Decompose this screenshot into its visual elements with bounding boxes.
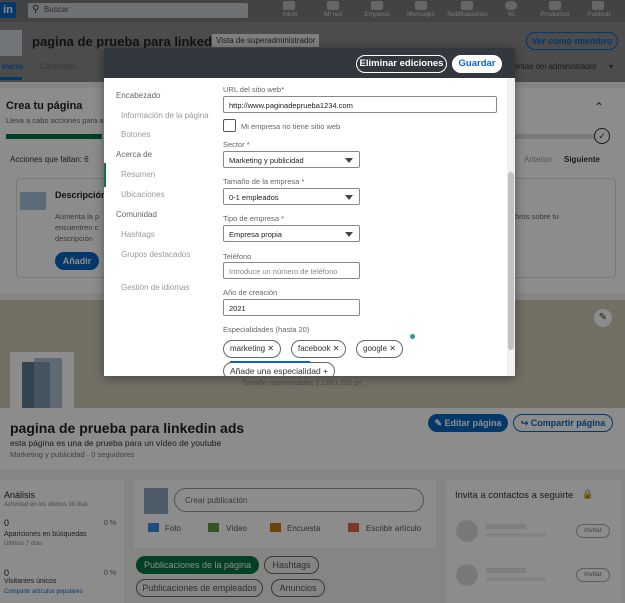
founded-year-label: Año de creación bbox=[223, 288, 278, 297]
close-icon[interactable]: ✕ bbox=[267, 344, 274, 353]
phone-label: Teléfono bbox=[223, 252, 252, 261]
company-type-select[interactable]: Empresa propia bbox=[223, 225, 360, 242]
company-type-value: Empresa propia bbox=[229, 230, 282, 239]
specialty-chip-marketing[interactable]: marketing ✕ bbox=[223, 340, 282, 358]
no-website-label[interactable]: Mi empresa no tiene sitio web bbox=[241, 122, 340, 131]
add-specialty-focus-bar bbox=[230, 361, 310, 363]
company-size-value: 0-1 empleados bbox=[229, 193, 279, 202]
sidenav-community[interactable]: Comunidad bbox=[116, 210, 157, 219]
no-website-checkbox[interactable] bbox=[223, 119, 236, 132]
specialty-chip-facebook[interactable]: facebook ✕ bbox=[291, 340, 347, 358]
url-input[interactable]: http://www.paginadeprueba1234.com bbox=[223, 96, 497, 113]
sidenav-header[interactable]: Encabezado bbox=[116, 91, 160, 100]
add-specialty-button[interactable]: Añade una especialidad + bbox=[223, 362, 336, 376]
close-icon[interactable]: ✕ bbox=[333, 344, 340, 353]
modal-header: Eliminar ediciones Guardar bbox=[104, 48, 515, 78]
sidenav-page-info[interactable]: Información de la página bbox=[121, 111, 209, 120]
cursor-dot bbox=[410, 334, 415, 339]
add-specialty-label: Añade una especialidad bbox=[230, 366, 321, 376]
close-icon[interactable]: ✕ bbox=[389, 344, 396, 353]
sidenav-summary[interactable]: Resumen bbox=[121, 170, 155, 179]
edit-page-modal: Eliminar ediciones Guardar Encabezado In… bbox=[104, 48, 515, 376]
caret-down-icon bbox=[345, 232, 353, 237]
sidenav-about[interactable]: Acerca de bbox=[116, 150, 152, 159]
founded-year-input[interactable]: 2021 bbox=[223, 299, 360, 316]
specialties-label: Especialidades (hasta 20) bbox=[223, 325, 310, 334]
phone-input[interactable]: Introduce un número de teléfono bbox=[223, 262, 360, 279]
sidenav-hashtags[interactable]: Hashtags bbox=[121, 230, 155, 239]
sidenav-locations[interactable]: Ubicaciones bbox=[121, 190, 165, 199]
company-size-select[interactable]: 0-1 empleados bbox=[223, 188, 360, 205]
chip-label: facebook bbox=[298, 344, 331, 353]
save-button[interactable]: Guardar bbox=[452, 55, 502, 73]
sector-label: Sector * bbox=[223, 140, 250, 149]
url-label: URL del sitio web* bbox=[223, 85, 284, 94]
sector-value: Marketing y publicidad bbox=[229, 156, 304, 165]
sidenav-language[interactable]: Gestión de idiomas bbox=[121, 283, 189, 292]
plus-icon: + bbox=[323, 366, 329, 376]
modal-scrollbar-thumb[interactable] bbox=[508, 172, 514, 350]
company-type-label: Tipo de empresa * bbox=[223, 214, 285, 223]
chip-label: marketing bbox=[230, 344, 266, 353]
sidenav-buttons[interactable]: Botones bbox=[121, 130, 150, 139]
caret-down-icon bbox=[345, 195, 353, 200]
sidenav-active-marker bbox=[104, 163, 106, 187]
discard-edits-button[interactable]: Eliminar ediciones bbox=[356, 55, 447, 73]
chip-label: google bbox=[363, 344, 388, 353]
caret-down-icon bbox=[345, 158, 353, 163]
company-size-label: Tamaño de la empresa * bbox=[223, 177, 305, 186]
specialty-chip-google[interactable]: google ✕ bbox=[356, 340, 403, 358]
sector-select[interactable]: Marketing y publicidad bbox=[223, 151, 360, 168]
sidenav-featured-groups[interactable]: Grupos destacados bbox=[121, 250, 190, 259]
